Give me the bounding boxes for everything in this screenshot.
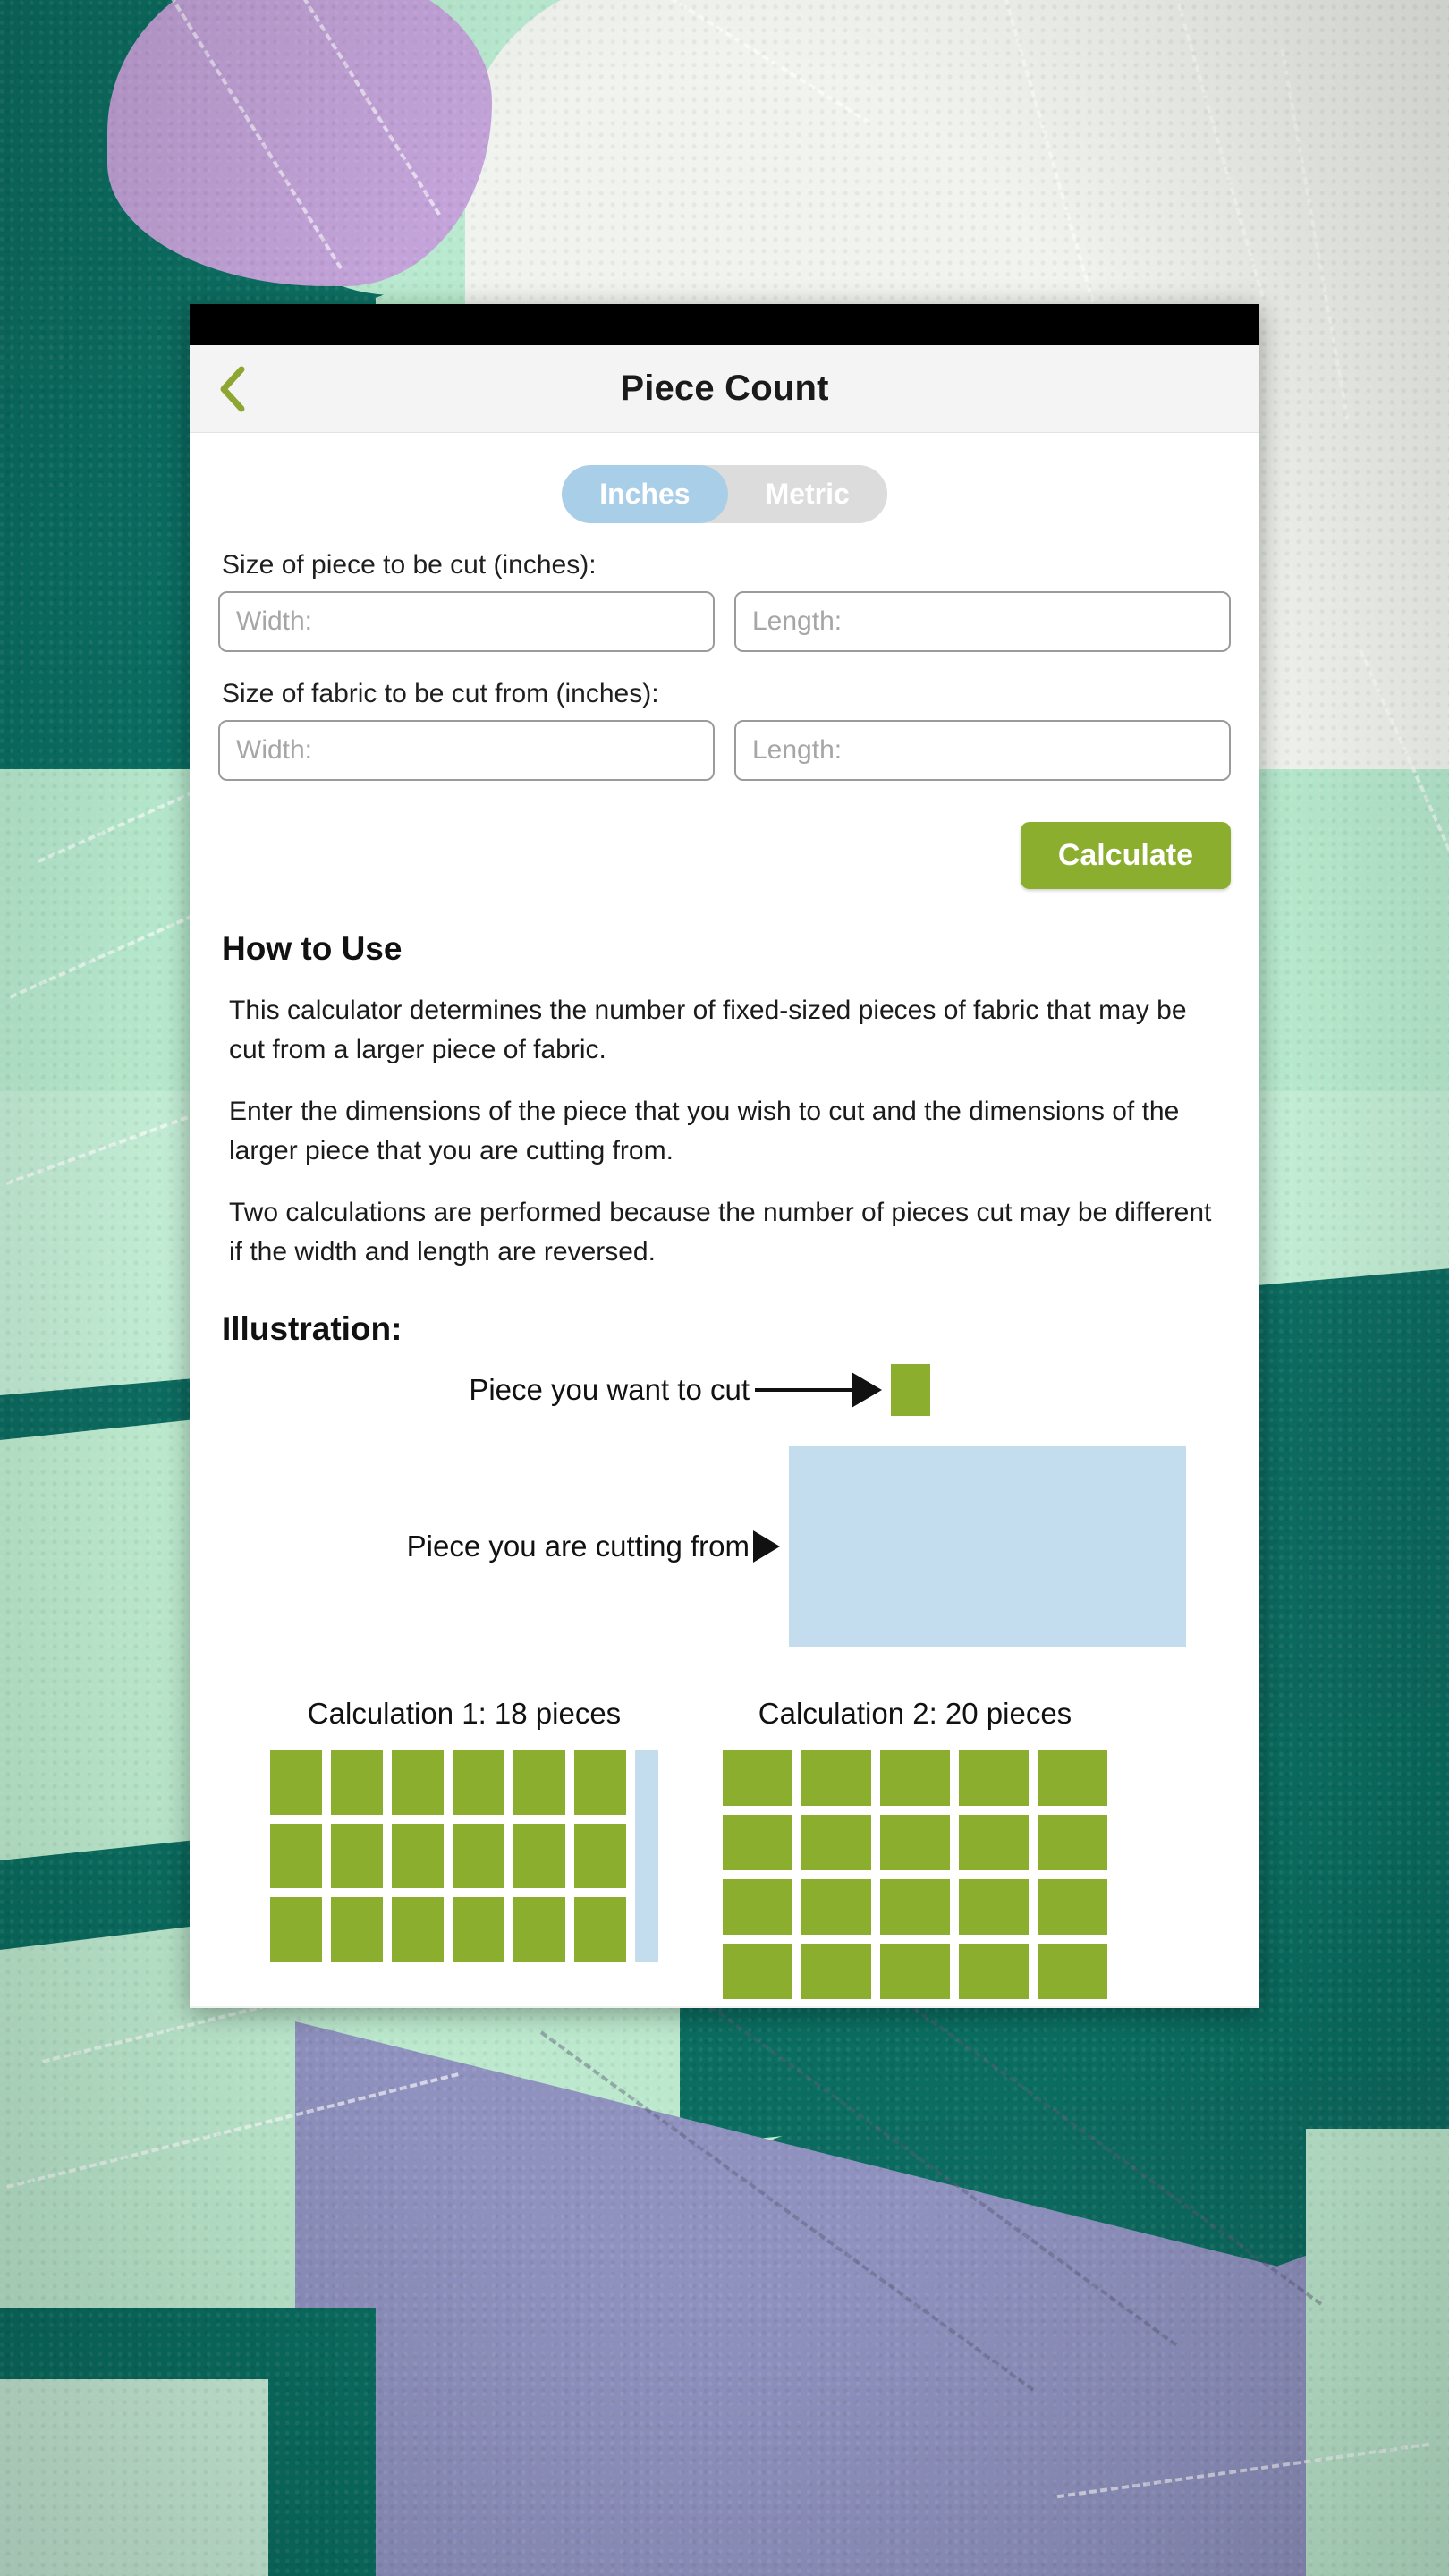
piece-cell — [880, 1750, 950, 1806]
calculation-1-title: Calculation 1: 18 pieces — [307, 1697, 622, 1730]
piece-cell — [1038, 1815, 1107, 1870]
arrow-line-icon — [755, 1388, 853, 1392]
piece-cell — [723, 1815, 792, 1870]
piece-cell — [959, 1944, 1029, 1999]
calculation-1-grid — [270, 1750, 626, 1962]
arrow-head-icon — [852, 1372, 882, 1408]
fabric-width-input[interactable] — [218, 720, 715, 781]
piece-from-label: Piece you are cutting from — [406, 1530, 750, 1563]
calculation-2-grid-area — [723, 1750, 1107, 1999]
piece-cell — [392, 1750, 444, 1815]
piece-cell — [513, 1824, 565, 1888]
piece-cell — [513, 1750, 565, 1815]
calculation-1-grid-area — [270, 1750, 658, 1962]
piece-cell — [801, 1879, 871, 1935]
arrow-head-icon — [753, 1530, 780, 1563]
back-button[interactable] — [190, 345, 275, 433]
how-to-use-paragraph: This calculator determines the number of… — [229, 996, 1187, 1064]
chevron-left-icon — [217, 365, 248, 413]
illustration-diagram: Piece you want to cut Piece you are cutt… — [218, 1364, 1231, 1999]
piece-width-input[interactable] — [218, 591, 715, 652]
calculation-1-block: Calculation 1: 18 pieces — [270, 1697, 658, 1999]
piece-cell — [331, 1750, 383, 1815]
unit-segmented-control[interactable]: Inches Metric — [562, 465, 887, 523]
piece-cell — [1038, 1944, 1107, 1999]
app-window: Piece Count Inches Metric Size of piece … — [190, 304, 1259, 2008]
fabric-length-input[interactable] — [734, 720, 1231, 781]
piece-cell — [723, 1879, 792, 1935]
piece-cell — [723, 1944, 792, 1999]
piece-cell — [513, 1897, 565, 1962]
how-to-use-paragraph: Two calculations are performed because t… — [229, 1198, 1212, 1267]
piece-cell — [801, 1750, 871, 1806]
piece-cell — [270, 1897, 322, 1962]
piece-to-cut-label: Piece you want to cut — [469, 1373, 750, 1406]
piece-cell — [959, 1815, 1029, 1870]
illustration-row-piece: Piece you want to cut — [218, 1364, 1231, 1416]
quilt-patch — [107, 0, 492, 286]
piece-cell — [1038, 1879, 1107, 1935]
piece-cell — [453, 1824, 504, 1888]
piece-cell — [574, 1750, 626, 1815]
calculate-button[interactable]: Calculate — [1020, 822, 1231, 889]
piece-cell — [880, 1879, 950, 1935]
piece-swatch — [891, 1364, 930, 1416]
fabric-size-label: Size of fabric to be cut from (inches): — [222, 679, 659, 708]
piece-cell — [801, 1815, 871, 1870]
calculate-row: Calculate — [218, 822, 1231, 889]
piece-size-row — [218, 591, 1231, 652]
fabric-size-row — [218, 720, 1231, 781]
piece-cell — [331, 1824, 383, 1888]
calculation-2-grid — [723, 1750, 1107, 1999]
quilt-patch — [1306, 2129, 1449, 2576]
piece-cell — [392, 1824, 444, 1888]
piece-cell — [453, 1897, 504, 1962]
leftover-fabric-strip — [635, 1750, 658, 1962]
fabric-swatch — [789, 1446, 1186, 1647]
piece-length-input[interactable] — [734, 591, 1231, 652]
piece-cell — [723, 1750, 792, 1806]
navigation-bar: Piece Count — [190, 345, 1259, 433]
page-content: Inches Metric Size of piece to be cut (i… — [190, 433, 1259, 1999]
status-bar — [190, 304, 1259, 345]
unit-toggle-wrapper: Inches Metric — [218, 433, 1231, 523]
quilt-patch — [0, 2379, 268, 2576]
piece-cell — [1038, 1750, 1107, 1806]
card-bottom-edge — [190, 2006, 1259, 2008]
piece-cell — [270, 1750, 322, 1815]
piece-cell — [574, 1824, 626, 1888]
illustration-row-fabric: Piece you are cutting from — [218, 1446, 1231, 1647]
illustration-heading: Illustration: — [222, 1310, 402, 1347]
piece-cell — [801, 1944, 871, 1999]
piece-cell — [959, 1879, 1029, 1935]
piece-cell — [959, 1750, 1029, 1806]
piece-cell — [392, 1897, 444, 1962]
calculation-2-block: Calculation 2: 20 pieces — [723, 1697, 1107, 1999]
piece-cell — [331, 1897, 383, 1962]
tab-metric[interactable]: Metric — [727, 465, 887, 523]
piece-cell — [574, 1897, 626, 1962]
piece-cell — [270, 1824, 322, 1888]
how-to-use-heading: How to Use — [222, 930, 402, 967]
piece-cell — [880, 1815, 950, 1870]
piece-cell — [453, 1750, 504, 1815]
piece-size-label: Size of piece to be cut (inches): — [222, 550, 597, 580]
calculation-illustrations: Calculation 1: 18 pieces Calculation 2: … — [218, 1697, 1231, 1999]
page-title: Piece Count — [620, 369, 829, 408]
calculation-2-title: Calculation 2: 20 pieces — [758, 1697, 1072, 1730]
tab-inches[interactable]: Inches — [562, 465, 728, 523]
piece-cell — [880, 1944, 950, 1999]
how-to-use-paragraph: Enter the dimensions of the piece that y… — [229, 1097, 1180, 1165]
